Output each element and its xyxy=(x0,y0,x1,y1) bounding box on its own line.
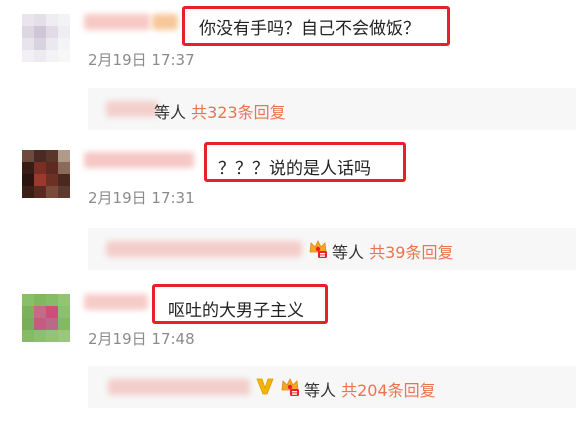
reply-deng-label: 等人 xyxy=(154,103,187,122)
crown-badge-icon xyxy=(308,238,328,258)
reply-deng-label: 等人 xyxy=(332,243,365,262)
reply-summary[interactable]: 等人 共39条回复 xyxy=(88,228,576,270)
replier-names-redacted xyxy=(106,241,302,257)
username-redacted-tail xyxy=(152,14,178,30)
replier-names-redacted xyxy=(108,379,250,395)
reply-summary-text: 等人 共39条回复 xyxy=(332,239,453,263)
comment-text: ？？？说的是人话吗 xyxy=(218,159,371,179)
avatar[interactable] xyxy=(22,294,70,342)
avatar[interactable] xyxy=(22,150,70,198)
comment-text: 你没有手吗？自己不会做饭？ xyxy=(199,19,420,39)
reply-count-link[interactable]: 共323条回复 xyxy=(191,103,286,122)
reply-summary-text: 等人 共204条回复 xyxy=(304,377,436,401)
crown-badge-icon xyxy=(280,376,300,396)
reply-deng-label: 等人 xyxy=(304,381,337,400)
reply-summary[interactable]: 等人 共204条回复 xyxy=(88,366,576,408)
username-redacted[interactable] xyxy=(84,294,148,310)
reply-summary-text: 等人 共323条回复 xyxy=(154,99,286,123)
reply-count-link[interactable]: 共39条回复 xyxy=(369,243,453,262)
comment-text: 呕吐的大男子主义 xyxy=(168,301,304,321)
username-redacted[interactable] xyxy=(84,152,194,168)
v-badge-icon xyxy=(256,376,274,396)
comment-time[interactable]: 2月19日 17:31 xyxy=(88,187,195,208)
reply-count-link[interactable]: 共204条回复 xyxy=(341,381,436,400)
comment-time[interactable]: 2月19日 17:37 xyxy=(88,49,195,70)
comment-time[interactable]: 2月19日 17:48 xyxy=(88,328,195,349)
avatar[interactable] xyxy=(22,14,70,62)
reply-summary[interactable]: 等人 共323条回复 xyxy=(88,88,576,130)
username-redacted[interactable] xyxy=(84,14,150,30)
replier-names-redacted xyxy=(106,101,158,117)
